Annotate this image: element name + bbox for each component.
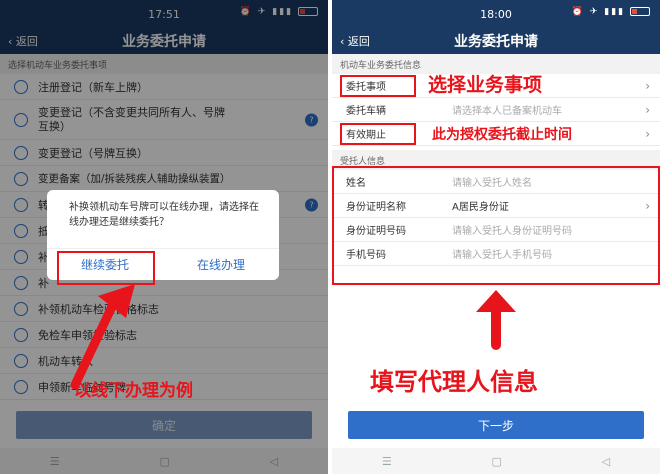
back-key-icon[interactable]: ◁ [602,455,610,468]
fill-agent-annotation: 填写代理人信息 [370,368,538,396]
back-button[interactable]: ‹ 返回 [340,33,370,49]
next-button[interactable]: 下一步 [348,411,644,439]
home-key-icon[interactable]: ▢ [492,455,502,468]
chevron-right-icon: › [645,102,650,117]
battery-icon [630,7,650,16]
dialog-message: 补换领机动车号牌可以在线办理，请选择在线办理还是继续委托？ [69,202,259,228]
status-icons: ⏰ ✈ ▮▮▮ [572,7,650,17]
status-bar: 18:00 ⏰ ✈ ▮▮▮ [332,0,660,28]
highlight-continue [57,251,155,285]
select-item-annotation: 选择业务事项 [428,74,543,96]
highlight-entrust-item [340,75,416,97]
online-handle-button[interactable]: 在线办理 [163,249,279,280]
valid-until-annotation: 此为授权委托截止时间 [432,127,572,143]
chevron-right-icon: › [645,126,650,141]
right-screen: 18:00 ⏰ ✈ ▮▮▮ ‹ 返回 业务委托申请 机动车业务委托信息 委托事项… [332,0,660,474]
system-nav-bar: ☰ ▢ ◁ [332,448,660,474]
row-label: 委托车辆 [346,106,386,117]
entrust-vehicle-row[interactable]: 委托车辆 请选择本人已备案机动车 › [332,98,660,122]
highlight-agent-info [332,166,660,285]
nav-bar: ‹ 返回 业务委托申请 [332,28,660,54]
chevron-right-icon: › [645,78,650,93]
row-value: 请选择本人已备案机动车 [452,106,562,117]
menu-key-icon[interactable]: ☰ [382,455,392,468]
left-screen: 17:51 ⏰ ✈ ▮▮▮ ‹ 返回 业务委托申请 选择机动车业务委托事项 注册… [0,0,328,474]
offline-annotation: 以线下办理为例 [74,381,193,401]
highlight-valid-until [340,123,416,145]
back-label: 返回 [347,35,370,48]
status-time: 18:00 [480,7,512,21]
page-title: 业务委托申请 [454,34,538,50]
